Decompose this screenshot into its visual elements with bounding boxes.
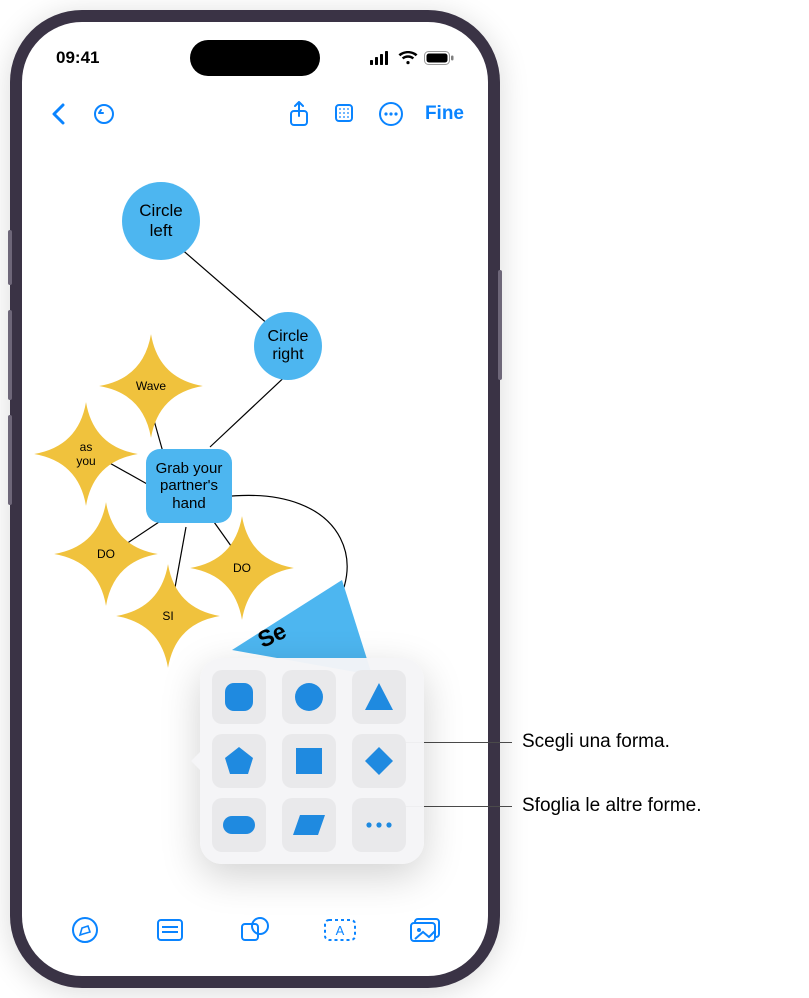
status-right (370, 51, 454, 65)
battery-icon (424, 51, 454, 65)
note-tool[interactable] (152, 912, 188, 948)
node-star-si[interactable]: SI (114, 562, 222, 670)
text-box-icon: A (323, 918, 357, 942)
shape-square[interactable] (282, 734, 336, 788)
node-label: Circle left (139, 201, 182, 240)
square-icon (294, 746, 324, 776)
stage: 09:41 (0, 0, 809, 998)
node-label: Wave (136, 379, 166, 393)
node-label: DO (97, 547, 115, 561)
done-button[interactable]: Fine (419, 103, 470, 125)
ellipsis-circle-icon (378, 101, 404, 127)
svg-text:A: A (336, 923, 345, 938)
pill-icon (222, 815, 256, 835)
undo-button[interactable] (86, 96, 122, 132)
node-star-asyou[interactable]: as you (32, 400, 140, 508)
shape-more[interactable] (352, 798, 406, 852)
pentagon-icon (224, 746, 254, 776)
more-button[interactable] (373, 96, 409, 132)
ellipsis-icon (365, 821, 393, 829)
node-label: SI (162, 609, 173, 623)
rounded-square-icon (224, 682, 254, 712)
share-button[interactable] (281, 96, 317, 132)
side-button (498, 270, 502, 380)
wifi-icon (398, 51, 418, 65)
shape-diamond[interactable] (352, 734, 406, 788)
shapes-icon (240, 916, 270, 944)
shape-triangle[interactable] (352, 670, 406, 724)
shape-pill[interactable] (212, 798, 266, 852)
triangle-icon (364, 682, 394, 712)
circle-icon (294, 682, 324, 712)
boards-button[interactable] (327, 96, 363, 132)
iphone-chassis: 09:41 (10, 10, 500, 988)
node-circle-right[interactable]: Circle right (254, 312, 322, 380)
dynamic-island (190, 40, 320, 76)
shape-picker-popup (200, 658, 424, 864)
photos-icon (409, 917, 441, 943)
shape-rounded-square[interactable] (212, 670, 266, 724)
shapes-tool[interactable] (237, 912, 273, 948)
share-icon (289, 101, 309, 127)
volume-up-button (8, 310, 12, 400)
text-tool[interactable]: A (322, 912, 358, 948)
chevron-left-icon (51, 103, 65, 125)
undo-icon (92, 102, 116, 126)
status-time: 09:41 (56, 48, 99, 68)
node-label: DO (233, 561, 251, 575)
top-toolbar: Fine (22, 92, 488, 136)
grid-doc-icon (333, 102, 357, 126)
callout-browse-shapes: Sfoglia le altre forme. (522, 795, 702, 817)
shape-circle[interactable] (282, 670, 336, 724)
shape-parallelogram[interactable] (282, 798, 336, 852)
mute-switch (8, 230, 12, 285)
parallelogram-icon (292, 814, 326, 836)
callout-choose-shape: Scegli una forma. (522, 731, 670, 753)
volume-down-button (8, 415, 12, 505)
popup-pointer (191, 751, 201, 771)
bottom-toolbar: A (22, 906, 488, 954)
node-circle-left[interactable]: Circle left (122, 182, 200, 260)
media-tool[interactable] (407, 912, 443, 948)
pen-circle-icon (71, 916, 99, 944)
node-label: Circle right (268, 328, 309, 365)
diamond-icon (364, 746, 394, 776)
cellular-icon (370, 51, 392, 65)
back-button[interactable] (40, 96, 76, 132)
pen-tool[interactable] (67, 912, 103, 948)
node-label: Grab your partner's hand (156, 460, 223, 512)
node-label: as you (76, 440, 95, 468)
sticky-note-icon (156, 918, 184, 942)
screen: 09:41 (22, 22, 488, 976)
shape-pentagon[interactable] (212, 734, 266, 788)
